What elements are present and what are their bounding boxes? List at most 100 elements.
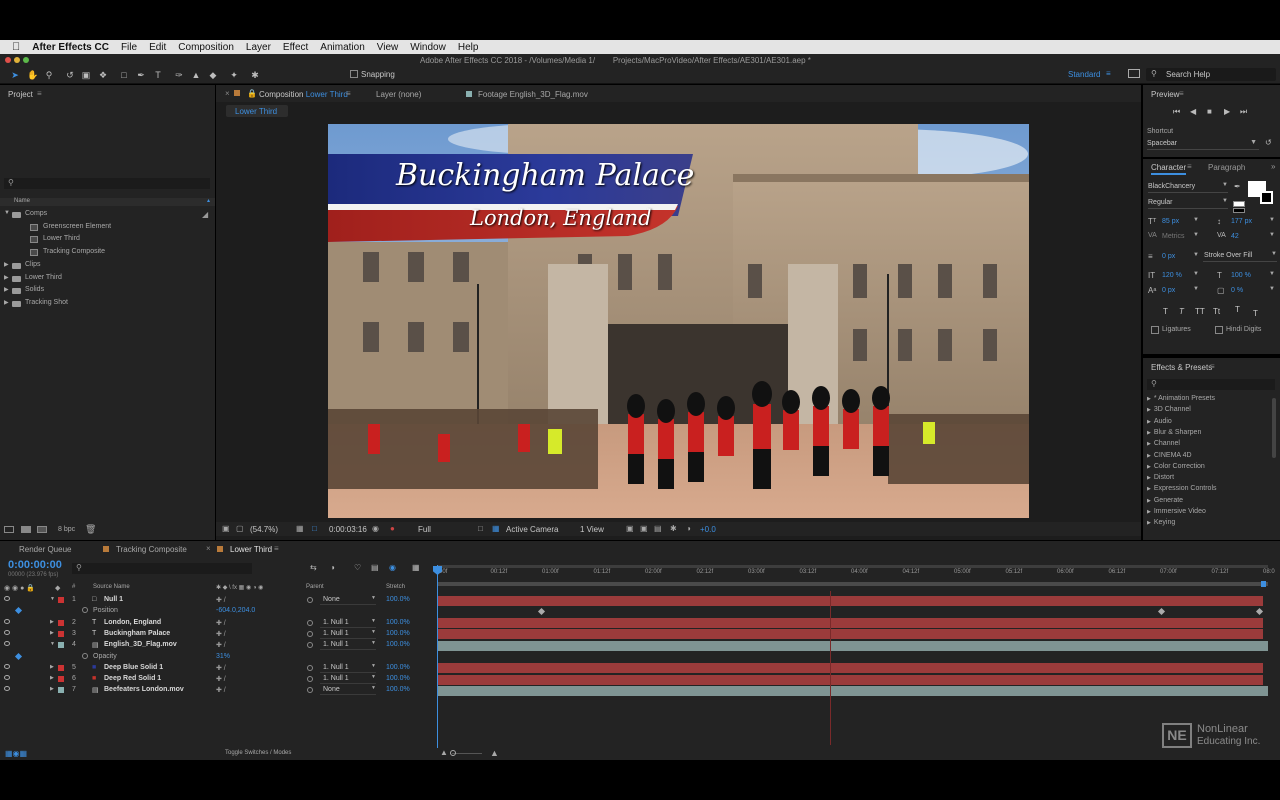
tab-lower-third[interactable]: Lower Third <box>230 545 272 554</box>
layer-row[interactable]: ▶ 7 ▤ Beefeaters London.mov ✚ / None ▼ 100.0% <box>0 685 435 696</box>
project-item[interactable]: ▶ Tracking Shot <box>0 298 215 310</box>
tsume-value[interactable]: 0 % <box>1231 287 1243 294</box>
timeline-icon[interactable]: ▤ <box>654 524 662 533</box>
panel-layout-icon[interactable] <box>1128 69 1140 78</box>
project-item[interactable]: Tracking Composite <box>0 247 215 259</box>
reset-icon[interactable]: ↺ <box>1265 138 1272 147</box>
no-stroke-swatch[interactable] <box>1233 208 1245 213</box>
effects-presets-title[interactable]: Effects & Presets <box>1151 363 1212 372</box>
parent-dropdown[interactable]: None ▼ <box>320 685 376 696</box>
new-folder-icon[interactable] <box>21 526 31 533</box>
magnification-dropdown[interactable]: (54.7%) <box>250 525 278 534</box>
parent-dropdown[interactable]: 1. Null 1 ▼ <box>320 663 376 673</box>
layer-duration-bar[interactable] <box>437 640 1268 651</box>
panel-menu-icon[interactable]: ≡ <box>1179 89 1184 98</box>
baseline-shift-value[interactable]: 0 px <box>1162 287 1175 294</box>
interpret-footage-icon[interactable] <box>4 526 14 533</box>
workspace-standard[interactable]: Standard <box>1068 70 1100 79</box>
disclosure-triangle-icon[interactable]: ▼ <box>4 210 10 216</box>
menu-app-name[interactable]: After Effects CC <box>32 42 109 53</box>
stroke-mode-dropdown[interactable]: Stroke Over Fill ▼ <box>1203 251 1277 262</box>
stretch-value[interactable]: 100.0% <box>386 686 410 693</box>
mask-visibility-icon[interactable]: □ <box>312 524 317 533</box>
project-panel-title[interactable]: Project <box>8 90 33 99</box>
project-item[interactable]: ▶ Lower Third <box>0 273 215 285</box>
tab-render-queue[interactable]: Render Queue <box>19 545 71 554</box>
previous-frame-icon[interactable]: ◀ <box>1190 107 1196 116</box>
menu-view[interactable]: View <box>377 42 399 53</box>
region-of-interest-icon[interactable]: □ <box>478 524 483 533</box>
disclosure-triangle-icon[interactable]: ▶ <box>50 686 54 692</box>
disclosure-triangle-icon[interactable]: ▶ <box>4 274 9 281</box>
current-time-display[interactable]: 0:00:03:16 <box>329 525 367 534</box>
new-composition-icon[interactable] <box>37 526 47 533</box>
eye-icon[interactable] <box>4 641 10 647</box>
column-stretch[interactable]: Stretch <box>386 584 405 590</box>
panel-menu-icon[interactable]: ≡ <box>1187 162 1192 171</box>
effects-category[interactable]: ▶ Expression Controls <box>1147 485 1217 492</box>
layer-duration-bar[interactable] <box>437 663 1263 674</box>
always-preview-icon[interactable]: ▣ <box>222 524 230 533</box>
ligatures-checkbox[interactable] <box>1151 326 1159 334</box>
camera-view-dropdown[interactable]: Active Camera <box>506 525 558 534</box>
disclosure-triangle-icon[interactable]: ▼ <box>50 641 55 647</box>
disclosure-triangle-icon[interactable]: ▶ <box>4 261 9 268</box>
project-item[interactable]: Lower Third <box>0 234 215 246</box>
tab-menu-icon[interactable]: ≡ <box>346 89 351 98</box>
disclosure-triangle-icon[interactable]: ▶ <box>50 675 54 681</box>
pick-whip-icon[interactable] <box>307 687 313 694</box>
layer-switches[interactable]: ✚ / <box>216 596 226 604</box>
property-row[interactable]: Position -604.0,204.0 <box>0 606 435 617</box>
column-name[interactable]: Name <box>14 198 30 204</box>
sort-icon[interactable]: ▴ <box>207 197 210 204</box>
column-parent[interactable]: Parent <box>306 584 324 590</box>
rotate-tool-icon[interactable]: ↺ <box>65 70 75 80</box>
layer-name[interactable]: Buckingham Palace <box>104 630 170 637</box>
pick-whip-icon[interactable] <box>307 676 313 683</box>
preview-title[interactable]: Preview <box>1151 90 1179 99</box>
menu-layer[interactable]: Layer <box>246 42 271 53</box>
effects-scrollbar[interactable] <box>1272 398 1276 458</box>
keyframe-icon[interactable] <box>1157 608 1166 616</box>
camera-tool-icon[interactable]: ▣ <box>81 70 91 80</box>
eraser-tool-icon[interactable]: ◆ <box>208 70 218 80</box>
keyframe-nav-icon[interactable] <box>14 652 23 660</box>
transparency-grid-icon[interactable]: ▦ <box>492 524 500 533</box>
faux-italic-button[interactable]: T <box>1179 307 1184 316</box>
tracking-value[interactable]: 42 <box>1231 233 1239 240</box>
layer-switches[interactable]: ✚ / <box>216 664 226 672</box>
menu-help[interactable]: Help <box>458 42 479 53</box>
flowchart-icon[interactable]: ◢ <box>202 210 208 219</box>
project-item[interactable]: ▼ Comps <box>0 209 215 221</box>
layer-row[interactable]: ▼ 1 □ Null 1 ✚ / None ▼ 100.0% <box>0 595 435 606</box>
bit-depth-button[interactable]: 8 bpc <box>58 526 75 533</box>
disclosure-triangle-icon[interactable]: ▶ <box>4 286 9 293</box>
layer-name[interactable]: London, England <box>104 619 161 626</box>
menu-effect[interactable]: Effect <box>283 42 308 53</box>
font-style-dropdown[interactable]: Regular ▼ <box>1148 198 1228 209</box>
current-time-timecode[interactable]: 0:00:00:00 <box>8 559 62 571</box>
label-color-swatch[interactable] <box>58 664 64 671</box>
zoom-tool-icon[interactable]: ⚲ <box>44 70 54 80</box>
trash-icon[interactable]: 🗑 <box>85 524 96 535</box>
panel-menu-icon[interactable]: ≡ <box>37 89 42 98</box>
layer-switches[interactable]: ✚ / <box>216 619 226 627</box>
layer-duration-bar[interactable] <box>437 595 1263 606</box>
composition-mini-flowchart-icon[interactable]: ⇆ <box>310 563 317 572</box>
tab-paragraph[interactable]: Paragraph <box>1208 163 1245 172</box>
layer-switches[interactable]: ✚ / <box>216 686 226 694</box>
brush-tool-icon[interactable]: ✑ <box>174 70 184 80</box>
layer-switches[interactable]: ✚ / <box>216 630 226 638</box>
tab-character[interactable]: Character <box>1151 163 1187 175</box>
subscript-button[interactable]: T <box>1253 309 1258 318</box>
stretch-value[interactable]: 100.0% <box>386 675 410 682</box>
disclosure-triangle-icon[interactable]: ▼ <box>50 596 55 602</box>
stretch-value[interactable]: 100.0% <box>386 596 410 603</box>
timeline-search-field[interactable]: ⚲ <box>72 563 252 574</box>
menu-edit[interactable]: Edit <box>149 42 166 53</box>
first-frame-icon[interactable]: ⏮ <box>1173 107 1180 117</box>
pan-behind-tool-icon[interactable]: ❖ <box>98 70 108 80</box>
flowchart-icon[interactable]: ✱ <box>670 524 677 533</box>
menu-composition[interactable]: Composition <box>178 42 234 53</box>
property-row[interactable]: Opacity 31% <box>0 652 435 663</box>
